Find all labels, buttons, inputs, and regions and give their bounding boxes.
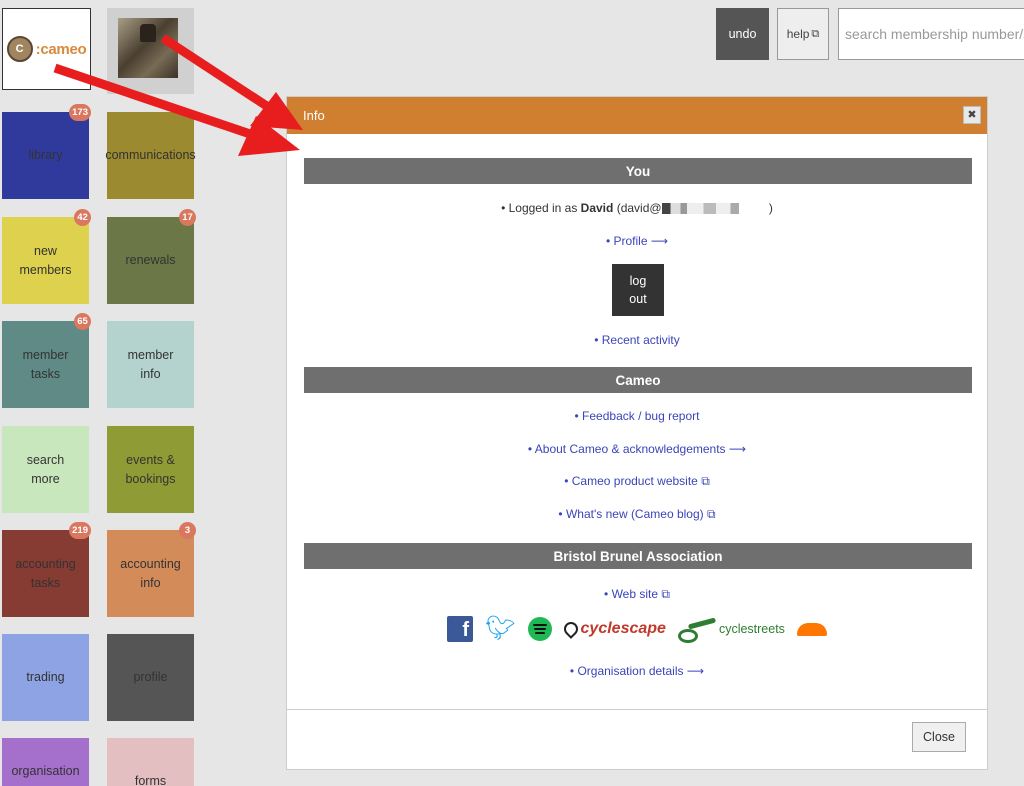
profile-link[interactable]: • Profile ⟶ [606,234,668,248]
about-cameo-link[interactable]: • About Cameo & acknowledgements ⟶ [528,442,746,456]
feedback-link[interactable]: • Feedback / bug report [575,409,700,423]
email-prefix: (david@ [613,201,662,215]
help-button[interactable]: help ⧉ [777,8,829,60]
count-badge: 17 [179,209,196,226]
modal-header: Info ✖ [287,97,987,134]
cyclescape-label: cyclescape [580,620,666,637]
website-link[interactable]: • Web site [604,587,658,601]
tile-label: events & bookings [125,452,176,486]
tile-new-members[interactable]: new members 42 [2,209,91,304]
tile-organisation[interactable]: organisation [2,738,89,786]
section-heading-organisation: Bristol Brunel Association [304,543,972,569]
tile-label: library [28,148,63,162]
cyclestreets-link[interactable]: cyclestreets [677,619,785,643]
tile-trading[interactable]: trading [2,634,89,721]
user-name: David [580,201,614,215]
external-link-icon: ⧉ [706,507,716,521]
map-pin-icon [560,619,581,639]
tile-library[interactable]: library 173 [2,104,91,199]
social-links: f 🐦︎ cyclescape cyclestreets [287,616,987,643]
tile-label: search more [26,452,65,486]
tile-label: accounting tasks [15,556,76,590]
count-badge: 219 [69,522,91,539]
close-button[interactable]: Close [912,722,966,752]
cyclestreets-label: cyclestreets [718,622,785,636]
cyclescape-link[interactable]: cyclescape [560,619,666,639]
section-heading-you: You [304,158,972,184]
whats-new-link[interactable]: • What's new (Cameo blog) [558,507,703,521]
about-line: • About Cameo & acknowledgements ⟶ [287,442,987,456]
whats-new-line: • What's new (Cameo blog) ⧉ [287,507,987,522]
tile-label: organisation [11,764,80,778]
twitter-icon[interactable]: 🐦︎ [485,616,515,642]
tile-search-more[interactable]: search more [2,426,89,513]
close-icon[interactable]: ✖ [963,106,981,124]
help-label: help [786,27,810,41]
tile-label: new members [19,243,72,277]
undo-button[interactable]: undo [716,8,769,60]
cameo-product-link[interactable]: • Cameo product website [564,474,698,488]
tile-label: communications [105,148,196,162]
tile-accounting-info[interactable]: accounting info 3 [107,522,196,617]
modal-footer-divider [287,709,987,710]
tile-label: accounting info [120,556,181,590]
logged-in-line: • Logged in as David (david@ ) [287,201,987,215]
tile-forms[interactable]: forms [107,738,194,786]
recent-activity-link[interactable]: • Recent activity [594,333,680,347]
tile-label: member info [127,347,174,381]
tile-label: trading [26,670,65,684]
product-line: • Cameo product website ⧉ [287,474,987,489]
modal-title: Info [303,108,325,123]
tile-label: renewals [125,253,176,267]
tile-communications[interactable]: communications [105,112,196,199]
cameo-logo[interactable]: C :cameo [2,8,91,90]
tile-events-bookings[interactable]: events & bookings [107,426,194,513]
redacted-email [661,203,766,215]
cyclist-icon [677,619,716,643]
profile-line: • Profile ⟶ [287,234,987,248]
search-input[interactable] [838,8,1024,60]
tile-label: forms [134,774,167,786]
logout-button[interactable]: log out [612,264,664,316]
tile-member-info[interactable]: member info [107,321,194,408]
recent-activity-line: • Recent activity [287,333,987,347]
user-avatar-button[interactable] [107,8,194,94]
external-link-icon: ⧉ [811,27,820,40]
count-badge: 3 [179,522,196,539]
section-heading-cameo: Cameo [304,367,972,393]
organisation-details-link[interactable]: • Organisation details ⟶ [570,664,704,678]
facebook-icon[interactable]: f [447,616,474,642]
website-line: • Web site ⧉ [287,587,987,602]
external-link-icon: ⧉ [661,587,670,601]
avatar [118,18,178,78]
info-modal: Info ✖ You • Logged in as David (david@ … [286,96,988,770]
tile-accounting-tasks[interactable]: accounting tasks 219 [2,522,91,617]
logged-in-prefix: • Logged in as [501,201,581,215]
tile-profile[interactable]: profile [107,634,194,721]
tile-label: member tasks [22,347,69,381]
count-badge: 42 [74,209,91,226]
external-link-icon: ⧉ [701,474,710,488]
count-badge: 65 [74,313,91,330]
email-suffix: ) [765,201,773,215]
feedback-line: • Feedback / bug report [287,409,987,423]
tile-label: profile [133,670,168,684]
count-badge: 173 [69,104,91,121]
cameo-logo-text: :cameo [35,40,87,58]
tile-renewals[interactable]: renewals 17 [107,209,196,304]
soundcloud-icon[interactable] [796,622,827,636]
org-details-line: • Organisation details ⟶ [287,664,987,678]
tile-member-tasks[interactable]: member tasks 65 [2,313,91,408]
cameo-logo-icon: C [6,36,33,62]
spotify-icon[interactable] [527,617,552,641]
